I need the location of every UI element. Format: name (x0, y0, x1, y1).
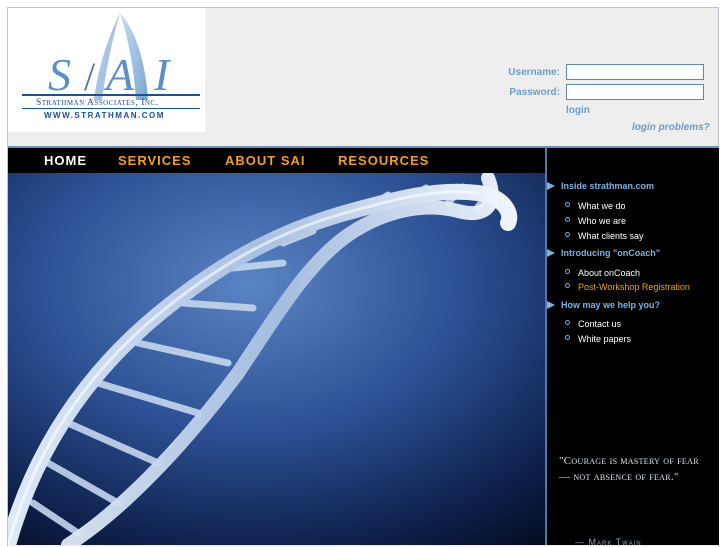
bullet-icon (565, 283, 570, 288)
username-row: Username: (500, 64, 710, 82)
password-input[interactable] (566, 84, 704, 100)
bullet-icon (565, 335, 570, 340)
username-label: Username: (508, 67, 560, 78)
password-row: Password: (500, 84, 710, 102)
logo-company-name: Strathman Associates, Inc. (36, 98, 158, 108)
arrow-right-icon (547, 249, 555, 257)
sidebar-item-label: Contact us (578, 319, 622, 329)
sidebar-item-label: What we do (578, 201, 626, 211)
section-title: Inside strathman.com (561, 181, 655, 191)
login-problems-link[interactable]: login problems? (632, 122, 710, 133)
section-inside-strathman[interactable]: Inside strathman.com (547, 181, 654, 191)
sidebar-item-label: White papers (578, 334, 632, 344)
arrow-right-icon (547, 182, 555, 190)
section-how-may-we-help[interactable]: How may we help you? (547, 300, 660, 310)
sidebar-item-post-workshop-registration[interactable]: Post-Workshop Registration (565, 282, 690, 292)
section-introducing-oncoach[interactable]: Introducing "onCoach" (547, 248, 660, 258)
hero-dna-image (8, 173, 545, 545)
password-label: Password: (509, 87, 560, 98)
dna-helix-illustration (8, 173, 545, 545)
bullet-icon (565, 269, 570, 274)
sidebar-item-label: What clients say (578, 231, 644, 241)
sidebar: Inside strathman.com What we do Who we a… (545, 148, 719, 547)
login-link[interactable]: login (566, 105, 590, 116)
sidebar-item-about-oncoach[interactable]: About onCoach (565, 268, 640, 278)
sidebar-item-what-we-do[interactable]: What we do (565, 201, 626, 211)
bullet-icon (565, 217, 570, 222)
sidebar-item-white-papers[interactable]: White papers (565, 334, 631, 344)
nav-resources[interactable]: RESOURCES (338, 153, 429, 168)
sidebar-item-label: Who we are (578, 216, 627, 226)
sidebar-item-what-clients-say[interactable]: What clients say (565, 231, 644, 241)
quote-text: "Courage is mastery of fear — not absenc… (559, 455, 699, 483)
sidebar-item-label: About onCoach (578, 268, 641, 278)
sai-logo-graphic: S / A I Strathman Associates, Inc. www.s… (22, 13, 200, 120)
sidebar-item-who-we-are[interactable]: Who we are (565, 216, 626, 226)
section-title: Introducing "onCoach" (561, 248, 661, 258)
bullet-icon (565, 202, 570, 207)
username-input[interactable] (566, 64, 704, 80)
svg-text:/: / (84, 54, 96, 99)
main-nav: HOME SERVICES ABOUT SAI RESOURCES (8, 148, 545, 173)
nav-home[interactable]: HOME (44, 153, 87, 168)
svg-text:I: I (153, 49, 172, 100)
nav-about-sai[interactable]: ABOUT SAI (225, 153, 306, 168)
sidebar-item-label: Post-Workshop Registration (578, 282, 690, 292)
logo-url: www.strathman.com (44, 111, 165, 120)
arrow-right-icon (547, 301, 555, 309)
bullet-icon (565, 320, 570, 325)
sidebar-item-contact-us[interactable]: Contact us (565, 319, 621, 329)
section-title: How may we help you? (561, 300, 661, 310)
logo-letter-s: S (48, 49, 71, 100)
nav-services[interactable]: SERVICES (118, 153, 192, 168)
svg-text:A: A (103, 49, 135, 100)
logo[interactable]: S / A I Strathman Associates, Inc. www.s… (8, 8, 205, 132)
quote-author: — Mark Twain (575, 537, 642, 547)
bullet-icon (565, 232, 570, 237)
